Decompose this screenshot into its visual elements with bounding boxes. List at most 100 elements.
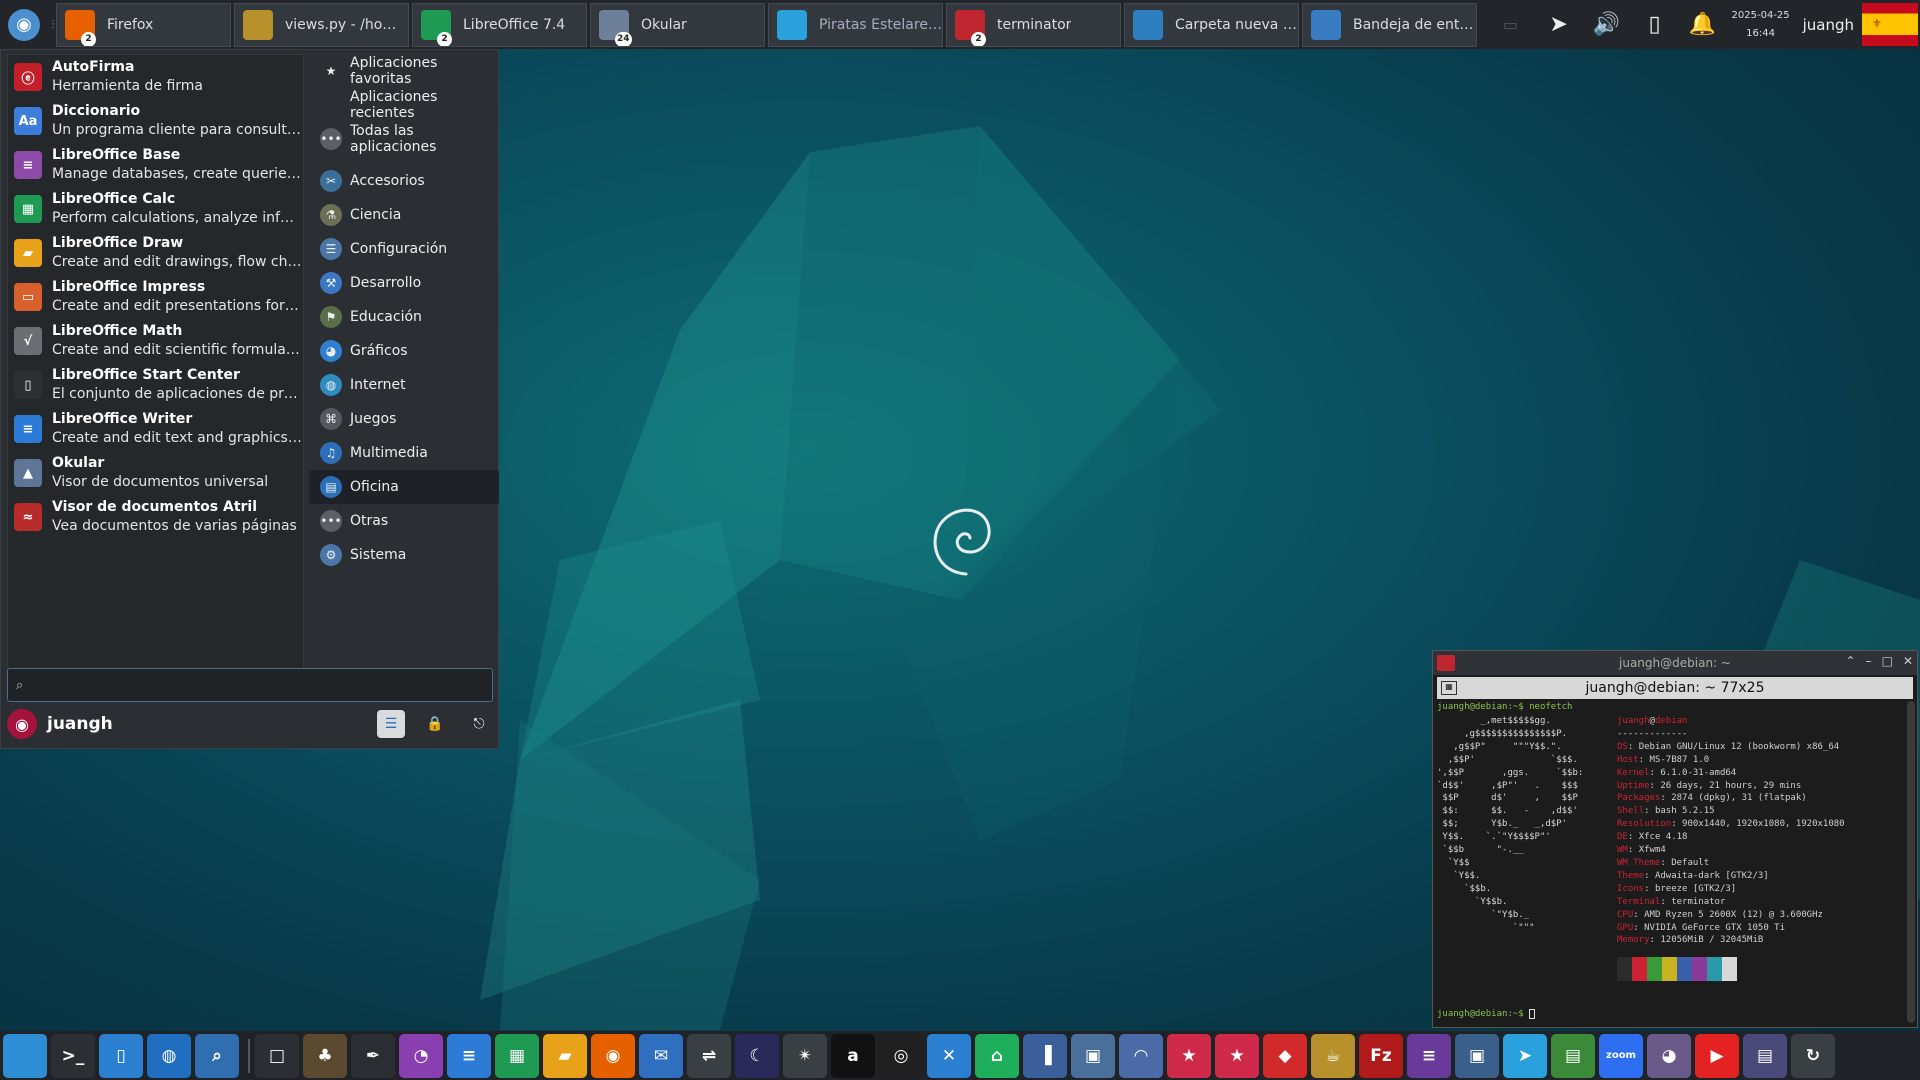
app-item[interactable]: ▲ Okular Visor de documentos universal <box>8 451 303 495</box>
app-item[interactable]: ≡ LibreOffice Base Manage databases, creat… <box>8 143 303 187</box>
category-science[interactable]: ⚗ Ciencia <box>309 198 499 232</box>
inkscape-icon[interactable]: ✒ <box>351 1033 395 1078</box>
lock-screen-button[interactable]: 🔒 <box>421 710 449 738</box>
taskbar-button[interactable]: 2 terminator <box>946 2 1121 47</box>
app-text: Visor de documentos Atril Vea documentos … <box>52 498 302 536</box>
category-recent[interactable]: Aplicaciones recientes <box>309 88 499 122</box>
category-graphics[interactable]: ◕ Gráficos <box>309 334 499 368</box>
screenshot-icon[interactable]: ▣ <box>1455 1033 1499 1078</box>
category-accessories[interactable]: ✂ Accesorios <box>309 164 499 198</box>
terminal-window[interactable]: juangh@debian: ~ ⌃ – □ ✕ ▦ juangh@debian… <box>1432 650 1918 1028</box>
home-app-icon[interactable]: ⌂ <box>975 1033 1019 1078</box>
geany-icon[interactable]: ☕ <box>1311 1033 1355 1078</box>
category-system[interactable]: ⚙ Sistema <box>309 538 499 572</box>
telegram-icon[interactable]: ➤ <box>1503 1033 1547 1078</box>
category-other[interactable]: ••• Otras <box>309 504 499 538</box>
youtube-icon[interactable]: ▶ <box>1695 1033 1739 1078</box>
taskbar-button[interactable]: 2 Firefox <box>56 2 231 47</box>
app-item[interactable]: ▦ LibreOffice Calc Perform calculations, a… <box>8 187 303 231</box>
app-item[interactable]: ⓔ AutoFirma Herramienta de firma <box>8 55 303 99</box>
gimp-icon[interactable]: ♣ <box>303 1033 347 1078</box>
taskbar-button[interactable]: views.py - /home/ju... <box>234 2 409 47</box>
zoom-icon[interactable]: zoom <box>1599 1033 1643 1078</box>
window-count-badge: 2 <box>971 31 986 46</box>
notifications-bell-icon[interactable]: 🔔 <box>1679 0 1727 49</box>
file-manager-icon[interactable]: ▯ <box>99 1033 143 1078</box>
app-item[interactable]: √ LibreOffice Math Create and edit scienti… <box>8 319 303 363</box>
app-description: Manage databases, create queries and ... <box>52 166 302 182</box>
category-star[interactable]: ★ Aplicaciones favoritas <box>309 54 499 88</box>
anydesk-icon[interactable]: ◆ <box>1263 1033 1307 1078</box>
app-item[interactable]: Aa Diccionario Un programa cliente para co… <box>8 99 303 143</box>
category-multimedia[interactable]: ♫ Multimedia <box>309 436 499 470</box>
category-games[interactable]: ⌘ Juegos <box>309 402 499 436</box>
app-item[interactable]: ▯ LibreOffice Start Center El conjunto de … <box>8 363 303 407</box>
chevron-up-icon[interactable]: ⌃ <box>1846 654 1856 668</box>
applications-menu-button[interactable]: ◉ <box>0 0 48 49</box>
krita-icon[interactable]: ◔ <box>399 1033 443 1078</box>
telegram-tray-icon[interactable]: ➤ <box>1535 0 1583 49</box>
taskbar-button[interactable]: 24 Okular <box>590 2 765 47</box>
terminal-tab[interactable]: ▦ juangh@debian: ~ 77x25 <box>1437 677 1913 699</box>
category-internet[interactable]: ◍ Internet <box>309 368 499 402</box>
search-field[interactable]: ⌕ <box>7 668 493 702</box>
obs-icon[interactable]: ◎ <box>879 1033 923 1078</box>
thunderbird-icon[interactable]: ✉ <box>639 1033 683 1078</box>
show-desktop-icon[interactable] <box>3 1033 47 1078</box>
settings-manager-button[interactable]: ☰ <box>377 710 405 738</box>
taskbar-button[interactable]: Bandeja de entrada... <box>1302 2 1477 47</box>
category-education[interactable]: ⚑ Educación <box>309 300 499 334</box>
cubic-icon[interactable]: ▤ <box>1551 1033 1595 1078</box>
image-viewer-icon[interactable]: ▤ <box>1743 1033 1787 1078</box>
keyboard-layout-flag-icon[interactable]: ⚜ <box>1862 3 1918 46</box>
kstars-alt-icon[interactable]: ★ <box>1215 1033 1259 1078</box>
terminal-output[interactable]: juangh@debian:~$ neofetch _,met$$$$$gg. … <box>1437 701 1903 1023</box>
libreoffice-writer-icon[interactable]: ≡ <box>447 1033 491 1078</box>
search-input[interactable] <box>31 677 472 693</box>
category-development[interactable]: ⚒ Desarrollo <box>309 266 499 300</box>
category-office[interactable]: ▤ Oficina <box>309 470 499 504</box>
clock[interactable]: 2025-04-25 16:44 <box>1727 7 1795 43</box>
pidgin-icon[interactable]: ◕ <box>1647 1033 1691 1078</box>
flathub-icon[interactable]: ◠ <box>1119 1033 1163 1078</box>
maximize-icon[interactable]: □ <box>1882 654 1893 668</box>
screen-icon[interactable]: ▭ <box>1487 0 1535 49</box>
libreoffice-calc-icon[interactable]: ▦ <box>495 1033 539 1078</box>
app-item[interactable]: ≈ Visor de documentos Atril Vea documentos… <box>8 495 303 539</box>
app-item[interactable]: ≡ LibreOffice Writer Create and edit text … <box>8 407 303 451</box>
libreoffice-draw-icon[interactable]: ▰ <box>543 1033 587 1078</box>
firefox-icon[interactable]: ◉ <box>591 1033 635 1078</box>
terminal-scrollbar[interactable] <box>1907 701 1915 1023</box>
video-editor-icon[interactable]: ▣ <box>1071 1033 1115 1078</box>
volume-icon[interactable]: 🔊 <box>1583 0 1631 49</box>
audio-editor-icon[interactable]: ▐ <box>1023 1033 1067 1078</box>
battery-icon[interactable]: ▯ <box>1631 0 1679 49</box>
usb-writer-icon[interactable]: ⇌ <box>687 1033 731 1078</box>
taskbar-button[interactable]: Piratas Estelares – (... <box>768 2 943 47</box>
amazon-icon[interactable]: a <box>831 1033 875 1078</box>
category-all-apps[interactable]: ••• Todas las aplicaciones <box>309 122 499 156</box>
stellarium-icon[interactable]: ☾ <box>735 1033 779 1078</box>
neofetch-key: WM <box>1617 845 1628 856</box>
avatar[interactable]: ◉ <box>7 709 37 739</box>
app-item[interactable]: ▰ LibreOffice Draw Create and edit drawing… <box>8 231 303 275</box>
taskbar-button[interactable]: 2 LibreOffice 7.4 <box>412 2 587 47</box>
files-icon[interactable]: □ <box>255 1033 299 1078</box>
app-item[interactable]: ▭ LibreOffice Impress Create and edit pres… <box>8 275 303 319</box>
terminal-titlebar[interactable]: juangh@debian: ~ ⌃ – □ ✕ <box>1433 651 1917 675</box>
telescope-icon[interactable]: ✴ <box>783 1033 827 1078</box>
terminal-icon[interactable]: >_ <box>51 1033 95 1078</box>
minimize-icon[interactable]: – <box>1866 654 1872 668</box>
logout-button[interactable]: ⎋ <box>465 710 493 738</box>
close-icon[interactable]: ✕ <box>1903 654 1913 668</box>
app-finder-icon[interactable]: ⌕ <box>195 1033 239 1078</box>
filezilla-icon[interactable]: Fz <box>1359 1033 1403 1078</box>
remote-desktop-icon[interactable]: ✕ <box>927 1033 971 1078</box>
web-browser-icon[interactable]: ◍ <box>147 1033 191 1078</box>
category-settings[interactable]: ☰ Configuración <box>309 232 499 266</box>
session-user[interactable]: juangh <box>1795 16 1862 34</box>
taskbar-button[interactable]: Carpeta nueva - Thu... <box>1124 2 1299 47</box>
notes-icon[interactable]: ≡ <box>1407 1033 1451 1078</box>
kstars-icon[interactable]: ★ <box>1167 1033 1211 1078</box>
timeshift-icon[interactable]: ↻ <box>1791 1033 1835 1078</box>
